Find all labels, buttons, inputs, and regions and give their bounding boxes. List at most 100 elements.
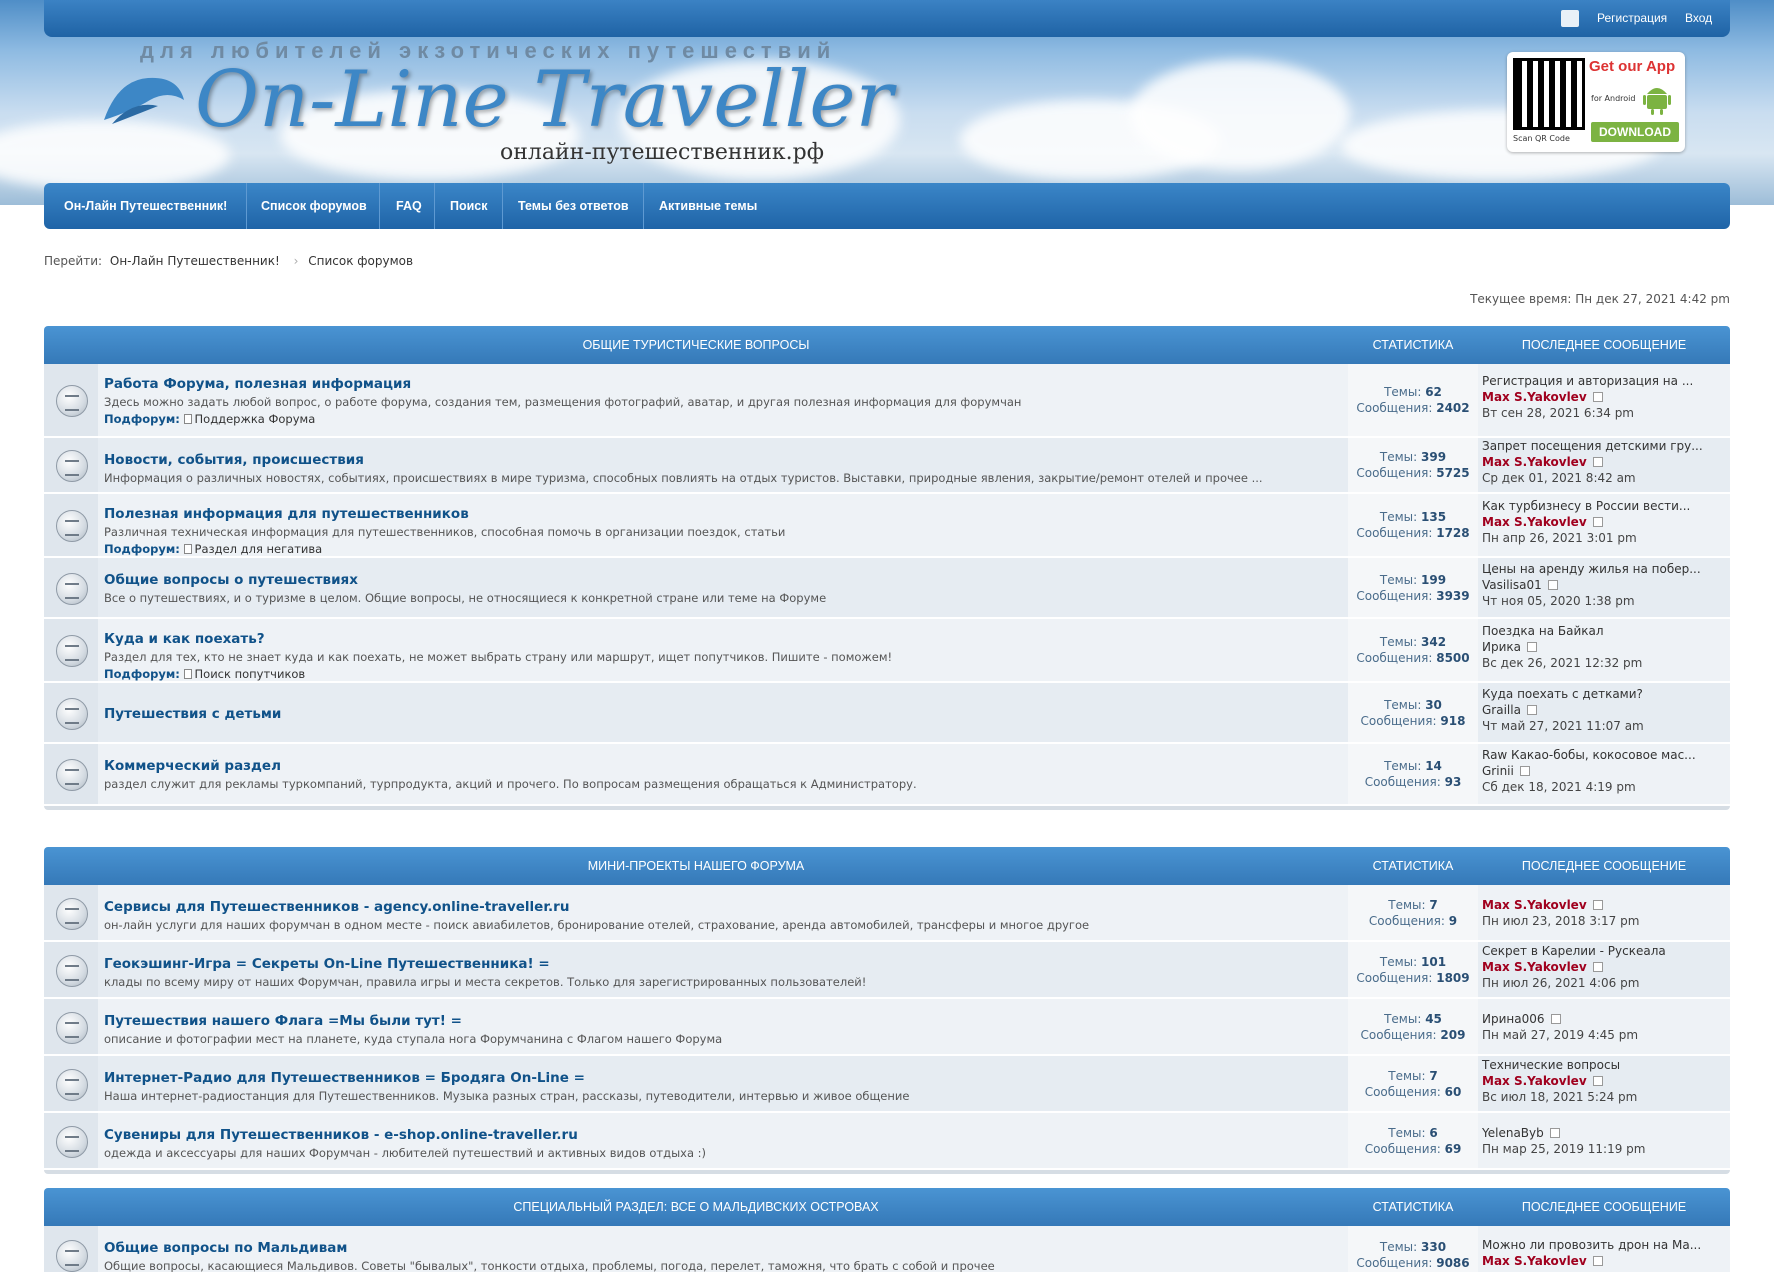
last-post-title[interactable]: Куда поехать с детками? (1482, 687, 1730, 701)
last-post-author[interactable]: Max S.Yakovlev (1482, 898, 1587, 912)
breadcrumb-home[interactable]: Он-Лайн Путешественник! (110, 254, 280, 268)
app-promo[interactable]: Scan QR Code Get our App for Android DOW… (1507, 52, 1685, 152)
last-post-author[interactable]: Max S.Yakovlev (1482, 1074, 1587, 1088)
forum-title-link[interactable]: Новости, события, происшествия (104, 452, 1348, 468)
forum-row[interactable]: Работа Форума, полезная информация Здесь … (44, 364, 1730, 438)
forum-title-link[interactable]: Сувениры для Путешественников - e-shop.o… (104, 1127, 1348, 1143)
nav-unanswered[interactable]: Темы без ответов (518, 183, 629, 229)
forum-row[interactable]: Сувениры для Путешественников - e-shop.o… (44, 1113, 1730, 1170)
last-post-author[interactable]: Max S.Yakovlev (1482, 390, 1587, 404)
forum-row[interactable]: Путешествия нашего Флага =Мы были тут! =… (44, 999, 1730, 1056)
goto-post-icon[interactable] (1592, 457, 1603, 467)
forum-title-link[interactable]: Общие вопросы по Мальдивам (104, 1240, 1348, 1256)
goto-post-icon[interactable] (1549, 1127, 1560, 1138)
last-post-author[interactable]: Max S.Yakovlev (1482, 960, 1587, 974)
download-button[interactable]: DOWNLOAD (1591, 122, 1679, 142)
last-post-author[interactable]: Vasilisa01 (1482, 578, 1542, 592)
forum-title-link[interactable]: Интернет-Радио для Путешественников = Бр… (104, 1070, 1348, 1086)
goto-post-icon[interactable] (1592, 899, 1603, 910)
last-post-title[interactable]: Как турбизнесу в России вести... (1482, 499, 1730, 513)
forum-title-link[interactable]: Работа Форума, полезная информация (104, 376, 1348, 392)
forum-icon-cell (44, 885, 98, 940)
nav-faq[interactable]: FAQ (396, 183, 422, 229)
goto-post-icon[interactable] (1526, 704, 1537, 715)
goto-post-icon[interactable] (1550, 1013, 1561, 1024)
nav-home[interactable]: Он-Лайн Путешественник! (64, 183, 227, 229)
forum-row[interactable]: Куда и как поехать? Раздел для тех, кто н… (44, 619, 1730, 683)
topics-count: Темы: 135 (1348, 510, 1478, 524)
forum-title-link[interactable]: Геокэшинг-Игра = Секреты On-Line Путешес… (104, 956, 1348, 972)
forum-title-link[interactable]: Общие вопросы о путешествиях (104, 572, 1348, 588)
goto-post-icon[interactable] (1527, 642, 1537, 652)
topics-label: Темы: (1379, 450, 1418, 464)
last-post-author-line: Grailla (1482, 703, 1730, 717)
site-logo[interactable]: On-Line Traveller (195, 55, 893, 145)
goto-post-icon[interactable] (1592, 392, 1603, 402)
last-post-author[interactable]: Max S.Yakovlev (1482, 1254, 1587, 1268)
last-post-author[interactable]: Max S.Yakovlev (1482, 455, 1587, 469)
forum-title-link[interactable]: Полезная информация для путешественников (104, 506, 1348, 522)
forum-icon-cell (44, 1113, 98, 1168)
last-post-author-line: Max S.Yakovlev (1482, 515, 1730, 529)
last-post-title[interactable]: Цены на аренду жилья на побер... (1482, 562, 1730, 576)
goto-post-icon[interactable] (1592, 1256, 1603, 1266)
last-post-title[interactable]: Технические вопросы (1482, 1058, 1730, 1072)
last-post-author[interactable]: Ирика (1482, 640, 1521, 654)
last-post-title[interactable]: Запрет посещения детскими гру... (1482, 439, 1730, 453)
goto-post-icon[interactable] (1592, 517, 1603, 527)
forum-row[interactable]: Общие вопросы по Мальдивам Общие вопросы,… (44, 1226, 1730, 1272)
notification-icon[interactable] (1561, 10, 1579, 27)
last-post-title[interactable]: Поездка на Байкал (1482, 624, 1730, 638)
last-post-title[interactable]: Секрет в Карелии - Рускеала (1482, 944, 1730, 958)
app-subtitle: for Android (1591, 94, 1636, 103)
forum-title-link[interactable]: Коммерческий раздел (104, 758, 1348, 774)
breadcrumb-forum-list[interactable]: Список форумов (308, 254, 413, 268)
forum-stats: Темы: 330 Сообщения: 9086 (1348, 1226, 1478, 1272)
login-link[interactable]: Вход (1685, 11, 1712, 25)
last-post-author[interactable]: Grailla (1482, 703, 1521, 717)
last-post-date: Вс дек 26, 2021 12:32 pm (1482, 656, 1643, 670)
forum-row[interactable]: Коммерческий раздел раздел служит для рек… (44, 744, 1730, 806)
posts-count: Сообщения: 93 (1348, 775, 1478, 789)
forum-description: Здесь можно задать любой вопрос, о работ… (104, 395, 1022, 409)
goto-post-icon[interactable] (1592, 961, 1603, 972)
forum-row[interactable]: Геокэшинг-Игра = Секреты On-Line Путешес… (44, 942, 1730, 999)
forum-row[interactable]: Общие вопросы о путешествиях Все о путеше… (44, 558, 1730, 619)
last-post-author[interactable]: Ирина006 (1482, 1012, 1545, 1026)
goto-post-icon[interactable] (1519, 766, 1530, 776)
last-post-author[interactable]: YelenaByb (1482, 1126, 1544, 1140)
forum-title-link[interactable]: Сервисы для Путешественников - agency.on… (104, 899, 1348, 915)
forum-row[interactable]: Сервисы для Путешественников - agency.on… (44, 885, 1730, 942)
subforum-link[interactable]: Поиск попутчиков (195, 667, 306, 681)
last-post-title[interactable]: Регистрация и авторизация на ... (1482, 374, 1730, 388)
last-post-title[interactable]: Raw Какао-бобы, кокосовое мас... (1482, 748, 1730, 762)
forum-title-link[interactable]: Путешествия нашего Флага =Мы были тут! = (104, 1013, 1348, 1029)
forum-row[interactable]: Новости, события, происшествия Информация… (44, 438, 1730, 494)
stat-header: СТАТИСТИКА (1372, 859, 1454, 873)
last-post-author-line: Ирина006 (1482, 1012, 1730, 1026)
topics-value: 330 (1421, 1240, 1447, 1254)
forum-description: Различная техническая информация для пут… (104, 525, 786, 539)
forum-row[interactable]: Полезная информация для путешественников… (44, 494, 1730, 558)
section-title[interactable]: ОБЩИЕ ТУРИСТИЧЕСКИЕ ВОПРОСЫ (44, 338, 1348, 352)
topics-count: Темы: 399 (1348, 450, 1478, 464)
posts-label: Сообщения: (1356, 401, 1433, 415)
subforum-link[interactable]: Раздел для негатива (195, 542, 323, 556)
nav-search[interactable]: Поиск (450, 183, 488, 229)
forum-row[interactable]: Интернет-Радио для Путешественников = Бр… (44, 1056, 1730, 1113)
nav-forum-list[interactable]: Список форумов (261, 183, 367, 229)
register-link[interactable]: Регистрация (1597, 11, 1667, 25)
subforum-link[interactable]: Поддержка Форума (195, 412, 316, 426)
goto-post-icon[interactable] (1592, 1075, 1603, 1086)
last-post-author[interactable]: Max S.Yakovlev (1482, 515, 1587, 529)
last-post-date: Вс июл 18, 2021 5:24 pm (1482, 1089, 1638, 1104)
goto-post-icon[interactable] (1547, 579, 1558, 590)
forum-title-link[interactable]: Путешествия с детьми (104, 706, 1348, 722)
last-post-title[interactable]: Можно ли провозить дрон на Ма... (1482, 1238, 1730, 1252)
forum-title-link[interactable]: Куда и как поехать? (104, 631, 1348, 647)
section-title[interactable]: МИНИ-ПРОЕКТЫ НАШЕГО ФОРУМА (44, 859, 1348, 873)
nav-active-topics[interactable]: Активные темы (659, 183, 757, 229)
last-post-author[interactable]: Grinii (1482, 764, 1514, 778)
section-title[interactable]: СПЕЦИАЛЬНЫЙ РАЗДЕЛ: ВСЕ О МАЛЬДИВСКИХ ОС… (44, 1200, 1348, 1214)
forum-row[interactable]: Путешествия с детьми Темы: 30 Сообщения: 9… (44, 683, 1730, 744)
